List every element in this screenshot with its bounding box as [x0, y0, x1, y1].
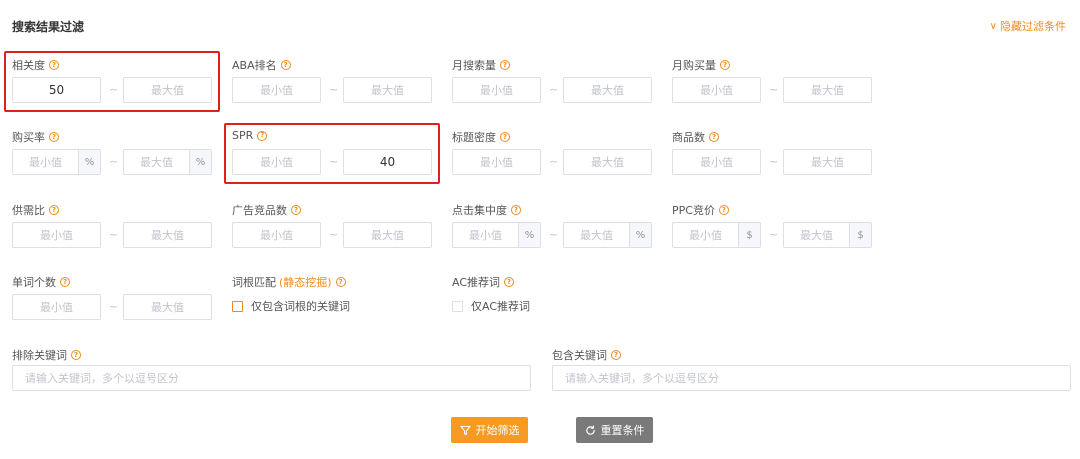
root-match-checkbox[interactable]: 仅包含词根的关键词 [232, 298, 350, 314]
reset-label: 重置条件 [600, 424, 645, 437]
purchase-rate-max-input[interactable]: 最大值% [123, 149, 212, 175]
range-separator: ~ [109, 83, 119, 96]
root-match-label: 词根匹配 (静态挖掘)? [232, 274, 346, 290]
range-separator: ~ [549, 83, 559, 96]
start-filter-button[interactable]: 开始筛选 [451, 417, 528, 443]
range-separator: ~ [109, 155, 119, 168]
root-match-checkbox-label: 仅包含词根的关键词 [251, 300, 350, 313]
supply-demand-max-input[interactable]: 最大值 [123, 222, 212, 248]
monthly-search-max-input[interactable]: 最大值 [563, 77, 652, 103]
spr-max-input[interactable]: 40 [343, 149, 432, 175]
range-separator: ~ [769, 228, 779, 241]
purchase-rate-label: 购买率? [12, 129, 59, 145]
range-separator: ~ [769, 155, 779, 168]
range-separator: ~ [769, 83, 779, 96]
ad-products-label: 广告竞品数? [232, 202, 301, 218]
monthly-search-min-input[interactable]: 最小值 [452, 77, 541, 103]
start-filter-label: 开始筛选 [475, 424, 520, 437]
word-count-label: 单词个数? [12, 274, 70, 290]
click-concentration-max-input[interactable]: 最大值% [563, 222, 652, 248]
help-icon[interactable]: ? [49, 60, 59, 70]
checkbox-box[interactable] [452, 300, 463, 312]
hide-filters-label: 隐藏过滤条件 [1000, 20, 1066, 33]
include-keywords-label: 包含关键词? [552, 347, 621, 363]
range-separator: ~ [549, 155, 559, 168]
range-separator: ~ [329, 228, 339, 241]
ppc-bid-label: PPC竞价? [672, 202, 729, 218]
help-icon[interactable]: ? [718, 205, 729, 215]
help-icon[interactable]: ? [511, 205, 521, 215]
click-concentration-label: 点击集中度? [452, 202, 521, 218]
reset-button[interactable]: 重置条件 [576, 417, 653, 443]
relevance-min-input[interactable]: 50 [12, 77, 101, 103]
dollar-unit: $ [849, 223, 871, 247]
page-title: 搜索结果过滤 [12, 20, 85, 34]
ad-products-max-input[interactable]: 最大值 [343, 222, 432, 248]
exclude-keywords-label: 排除关键词? [12, 347, 81, 363]
chevron-down-icon: ∨ [989, 20, 997, 32]
range-separator: ~ [329, 83, 339, 96]
aba-rank-max-input[interactable]: 最大值 [343, 77, 432, 103]
include-keywords-input[interactable]: 请输入关键词，多个以逗号区分 [552, 365, 1071, 391]
click-concentration-min-input[interactable]: 最小值% [452, 222, 541, 248]
spr-label: SPR? [232, 129, 268, 142]
help-icon[interactable]: ? [720, 60, 730, 70]
word-count-min-input[interactable]: 最小值 [12, 294, 101, 320]
product-count-label: 商品数? [672, 129, 719, 145]
title-density-min-input[interactable]: 最小值 [452, 149, 541, 175]
help-icon[interactable]: ? [257, 130, 268, 141]
product-count-min-input[interactable]: 最小值 [672, 149, 761, 175]
checkbox-box[interactable] [232, 300, 243, 312]
help-icon[interactable]: ? [500, 132, 510, 142]
refresh-icon [585, 425, 596, 436]
help-icon[interactable]: ? [49, 205, 59, 215]
help-icon[interactable]: ? [709, 132, 719, 142]
percent-unit: % [518, 223, 540, 247]
product-count-max-input[interactable]: 最大值 [783, 149, 872, 175]
range-separator: ~ [549, 228, 559, 241]
help-icon[interactable]: ? [49, 132, 59, 142]
filter-icon [459, 425, 471, 436]
help-icon[interactable]: ? [60, 277, 70, 287]
range-separator: ~ [109, 300, 119, 313]
monthly-purchase-min-input[interactable]: 最小值 [672, 77, 761, 103]
spr-min-input[interactable]: 最小值 [232, 149, 321, 175]
range-separator: ~ [329, 155, 339, 168]
relevance-label: 相关度? [12, 57, 59, 73]
relevance-max-input[interactable]: 最大值 [123, 77, 212, 103]
help-icon[interactable]: ? [611, 350, 621, 360]
percent-unit: % [78, 150, 100, 174]
ac-recommend-checkbox[interactable]: 仅AC推荐词 [452, 298, 530, 314]
range-separator: ~ [109, 228, 119, 241]
supply-demand-min-input[interactable]: 最小值 [12, 222, 101, 248]
monthly-purchase-max-input[interactable]: 最大值 [783, 77, 872, 103]
aba-rank-min-input[interactable]: 最小值 [232, 77, 321, 103]
ppc-bid-min-input[interactable]: 最小值 $ [672, 222, 761, 248]
help-icon[interactable]: ? [280, 60, 291, 70]
word-count-max-input[interactable]: 最大值 [123, 294, 212, 320]
help-icon[interactable]: ? [335, 277, 346, 287]
monthly-search-label: 月搜索量? [452, 57, 510, 73]
ac-recommend-label: AC推荐词? [452, 274, 515, 290]
title-density-label: 标题密度? [452, 129, 510, 145]
exclude-keywords-input[interactable]: 请输入关键词，多个以逗号区分 [12, 365, 531, 391]
ppc-bid-max-input[interactable]: 最大值 $ [783, 222, 872, 248]
percent-unit: % [189, 150, 211, 174]
help-icon[interactable]: ? [500, 60, 510, 70]
help-icon[interactable]: ? [504, 277, 515, 287]
ad-products-min-input[interactable]: 最小值 [232, 222, 321, 248]
help-icon[interactable]: ? [291, 205, 301, 215]
title-density-max-input[interactable]: 最大值 [563, 149, 652, 175]
dollar-unit: $ [738, 223, 760, 247]
supply-demand-label: 供需比? [12, 202, 59, 218]
percent-unit: % [629, 223, 651, 247]
ac-recommend-checkbox-label: 仅AC推荐词 [471, 300, 531, 313]
purchase-rate-min-input[interactable]: 最小值% [12, 149, 101, 175]
monthly-purchase-label: 月购买量? [672, 57, 730, 73]
static-mining-link[interactable]: (静态挖掘) [279, 274, 332, 290]
hide-filters-toggle[interactable]: ∨ 隐藏过滤条件 [990, 18, 1066, 34]
aba-rank-label: ABA排名? [232, 57, 291, 73]
help-icon[interactable]: ? [71, 350, 81, 360]
